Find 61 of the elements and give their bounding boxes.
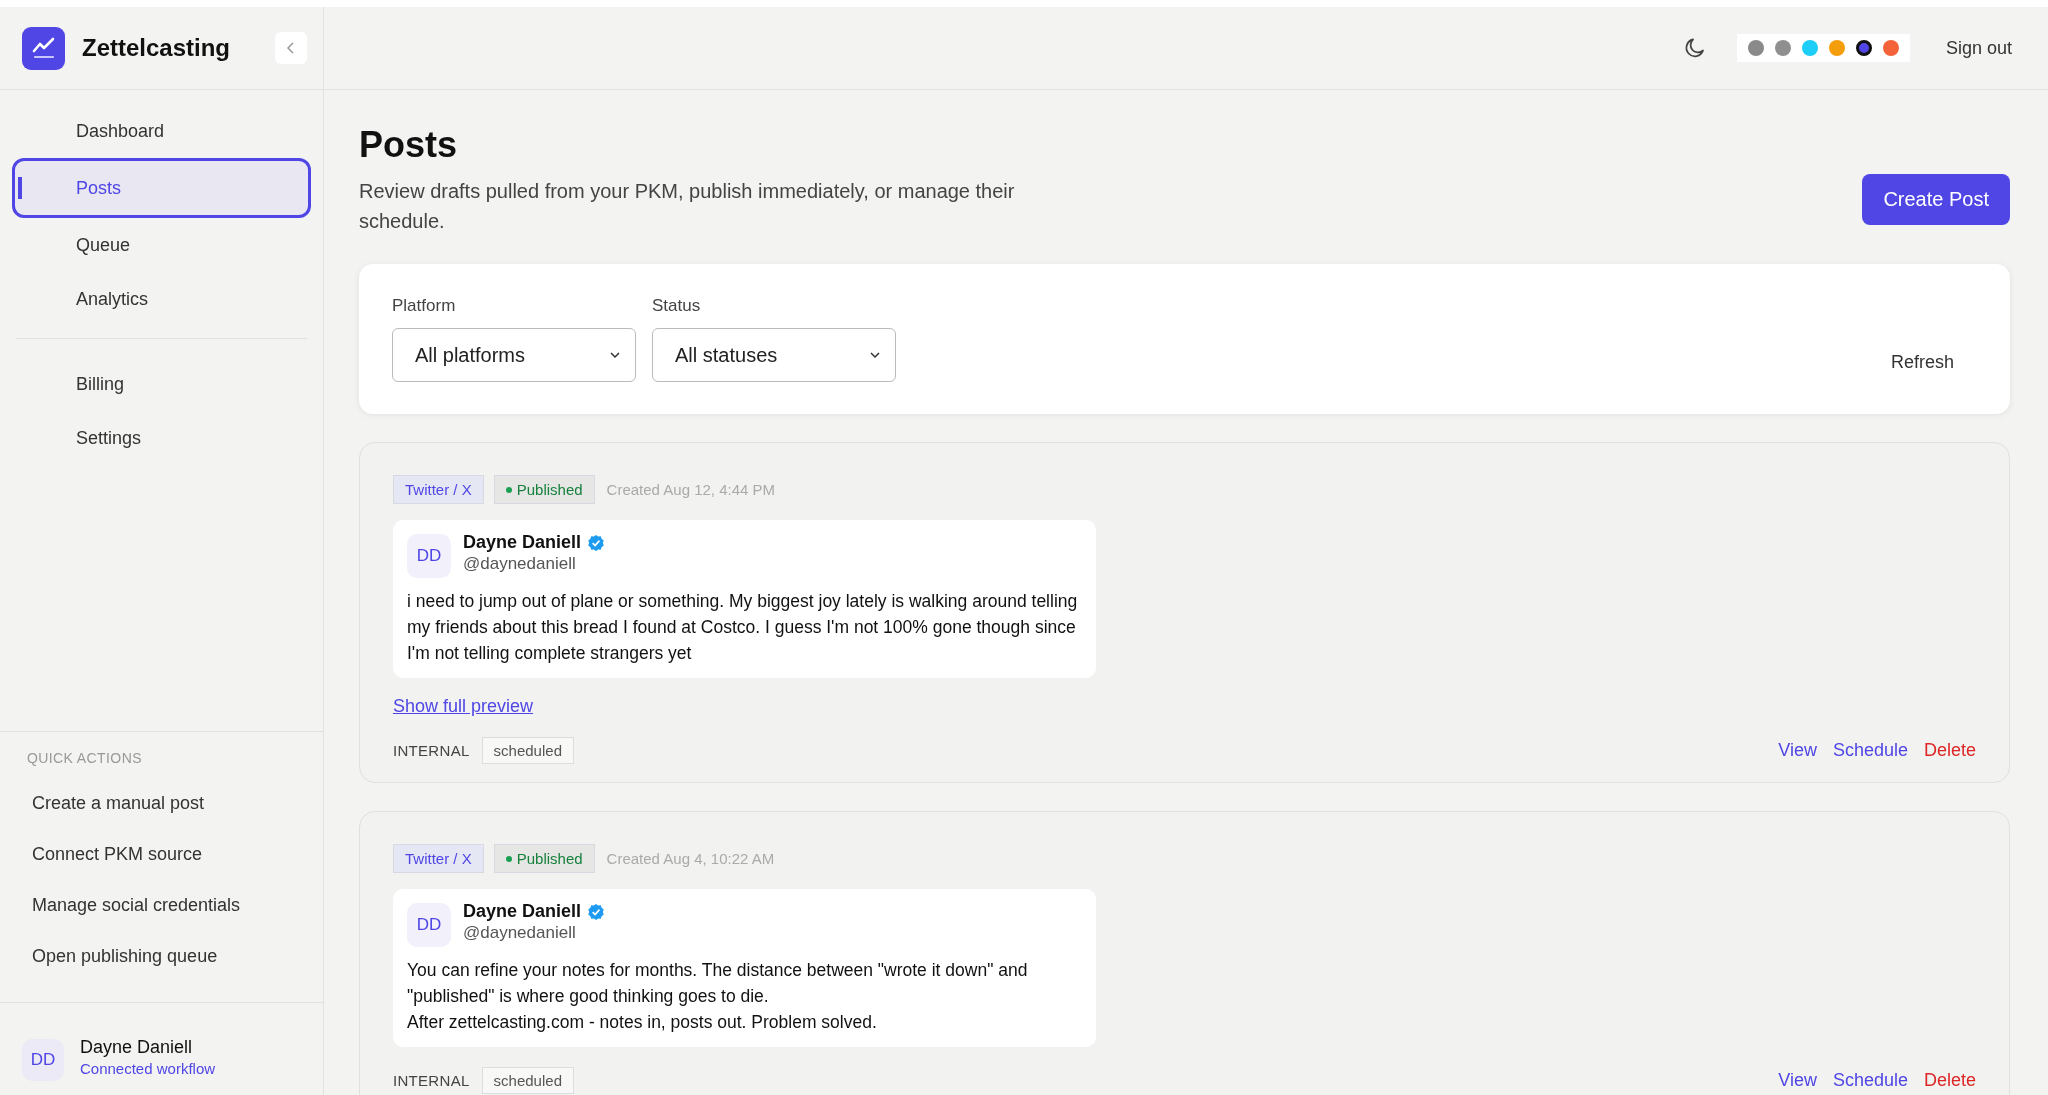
field-label: Platform — [392, 296, 457, 316]
theme-swatch[interactable] — [1855, 40, 1872, 56]
chevron-down-icon — [610, 351, 620, 359]
brand-name: Zettelcasting — [82, 34, 231, 62]
author-name: Dayne Daniell — [463, 901, 582, 922]
delete-link[interactable]: Delete — [1923, 740, 1976, 761]
platform-tag: Twitter / X — [393, 844, 484, 873]
refresh-button[interactable]: Refresh — [1884, 351, 1960, 374]
created-date: Created Aug 12, 4:44 PM — [606, 481, 776, 498]
nav-item[interactable]: Billing — [12, 357, 311, 411]
author-handle: @daynedaniell — [463, 923, 577, 943]
author-avatar: DD — [407, 903, 451, 947]
logo-icon — [22, 26, 65, 70]
dark-mode-icon[interactable] — [1682, 36, 1707, 60]
author-handle: @daynedaniell — [463, 554, 577, 574]
platform-select[interactable]: All platforms — [392, 328, 636, 382]
internal-label: INTERNAL — [393, 742, 470, 759]
action-link[interactable]: Schedule — [1832, 1070, 1908, 1091]
quick-action-link[interactable]: Create a manual post — [27, 778, 323, 829]
chevron-left-icon — [286, 42, 296, 54]
theme-swatch[interactable] — [1774, 40, 1791, 56]
created-date: Created Aug 4, 10:22 AM — [606, 850, 775, 867]
nav-item[interactable]: Posts — [12, 158, 311, 218]
tweet-text: You can refine your notes for months. The distance between "wrote it down" and "published" is where good thinking goes to die. After zettelcasting.com - notes in, posts out. Problem solved. — [407, 959, 1029, 1034]
status-tag: Published — [493, 475, 595, 504]
field-label: Status — [652, 296, 702, 316]
delete-link[interactable]: Delete — [1923, 1070, 1976, 1091]
nav-item[interactable]: Settings — [12, 411, 311, 465]
action-link[interactable]: Schedule — [1832, 740, 1908, 761]
quick-action-link[interactable]: Connect PKM source — [27, 829, 323, 880]
sign-out-button[interactable]: Sign out — [1945, 37, 2012, 59]
theme-swatch[interactable] — [1882, 40, 1899, 56]
quick-action-link[interactable]: Manage social credentials — [27, 880, 323, 931]
status-tag: Published — [493, 844, 595, 873]
page-subtitle: Review drafts pulled from your PKM, publish immediately, or manage their schedule. — [359, 179, 1016, 234]
theme-swatch[interactable] — [1828, 40, 1845, 56]
theme-swatch[interactable] — [1747, 40, 1764, 56]
show-full-preview-link[interactable]: Show full preview — [393, 696, 534, 717]
page-title: Posts — [359, 124, 459, 166]
quick-action-link[interactable]: Open publishing queue — [27, 931, 323, 982]
nav-item[interactable]: Dashboard — [12, 104, 311, 158]
nav-item[interactable]: Analytics — [12, 272, 311, 326]
user-name: Dayne Daniell — [80, 1037, 194, 1058]
section-heading: QUICK ACTIONS — [27, 750, 143, 766]
chevron-down-icon — [870, 351, 880, 359]
action-link[interactable]: View — [1778, 740, 1817, 761]
author-name: Dayne Daniell — [463, 532, 582, 553]
nav-item[interactable]: Queue — [12, 218, 311, 272]
internal-status-tag: scheduled — [481, 737, 574, 764]
theme-swatch[interactable] — [1801, 40, 1818, 56]
user-avatar: DD — [22, 1039, 64, 1081]
collapse-sidebar-button[interactable] — [275, 32, 307, 64]
tweet-text: i need to jump out of plane or something. My biggest joy lately is walking around telling my friends about this bread I found at Costco. I guess I'm not 100% gone though since I'm not telling complete strangers yet — [407, 590, 1079, 665]
platform-tag: Twitter / X — [393, 475, 484, 504]
workflow-link[interactable]: Connected workflow — [80, 1060, 216, 1077]
author-avatar: DD — [407, 534, 451, 578]
internal-label: INTERNAL — [393, 1072, 470, 1089]
create-post-button[interactable]: Create Post — [1862, 174, 2010, 225]
action-link[interactable]: View — [1778, 1070, 1817, 1091]
internal-status-tag: scheduled — [481, 1067, 574, 1094]
status-select[interactable]: All statuses — [652, 328, 896, 382]
